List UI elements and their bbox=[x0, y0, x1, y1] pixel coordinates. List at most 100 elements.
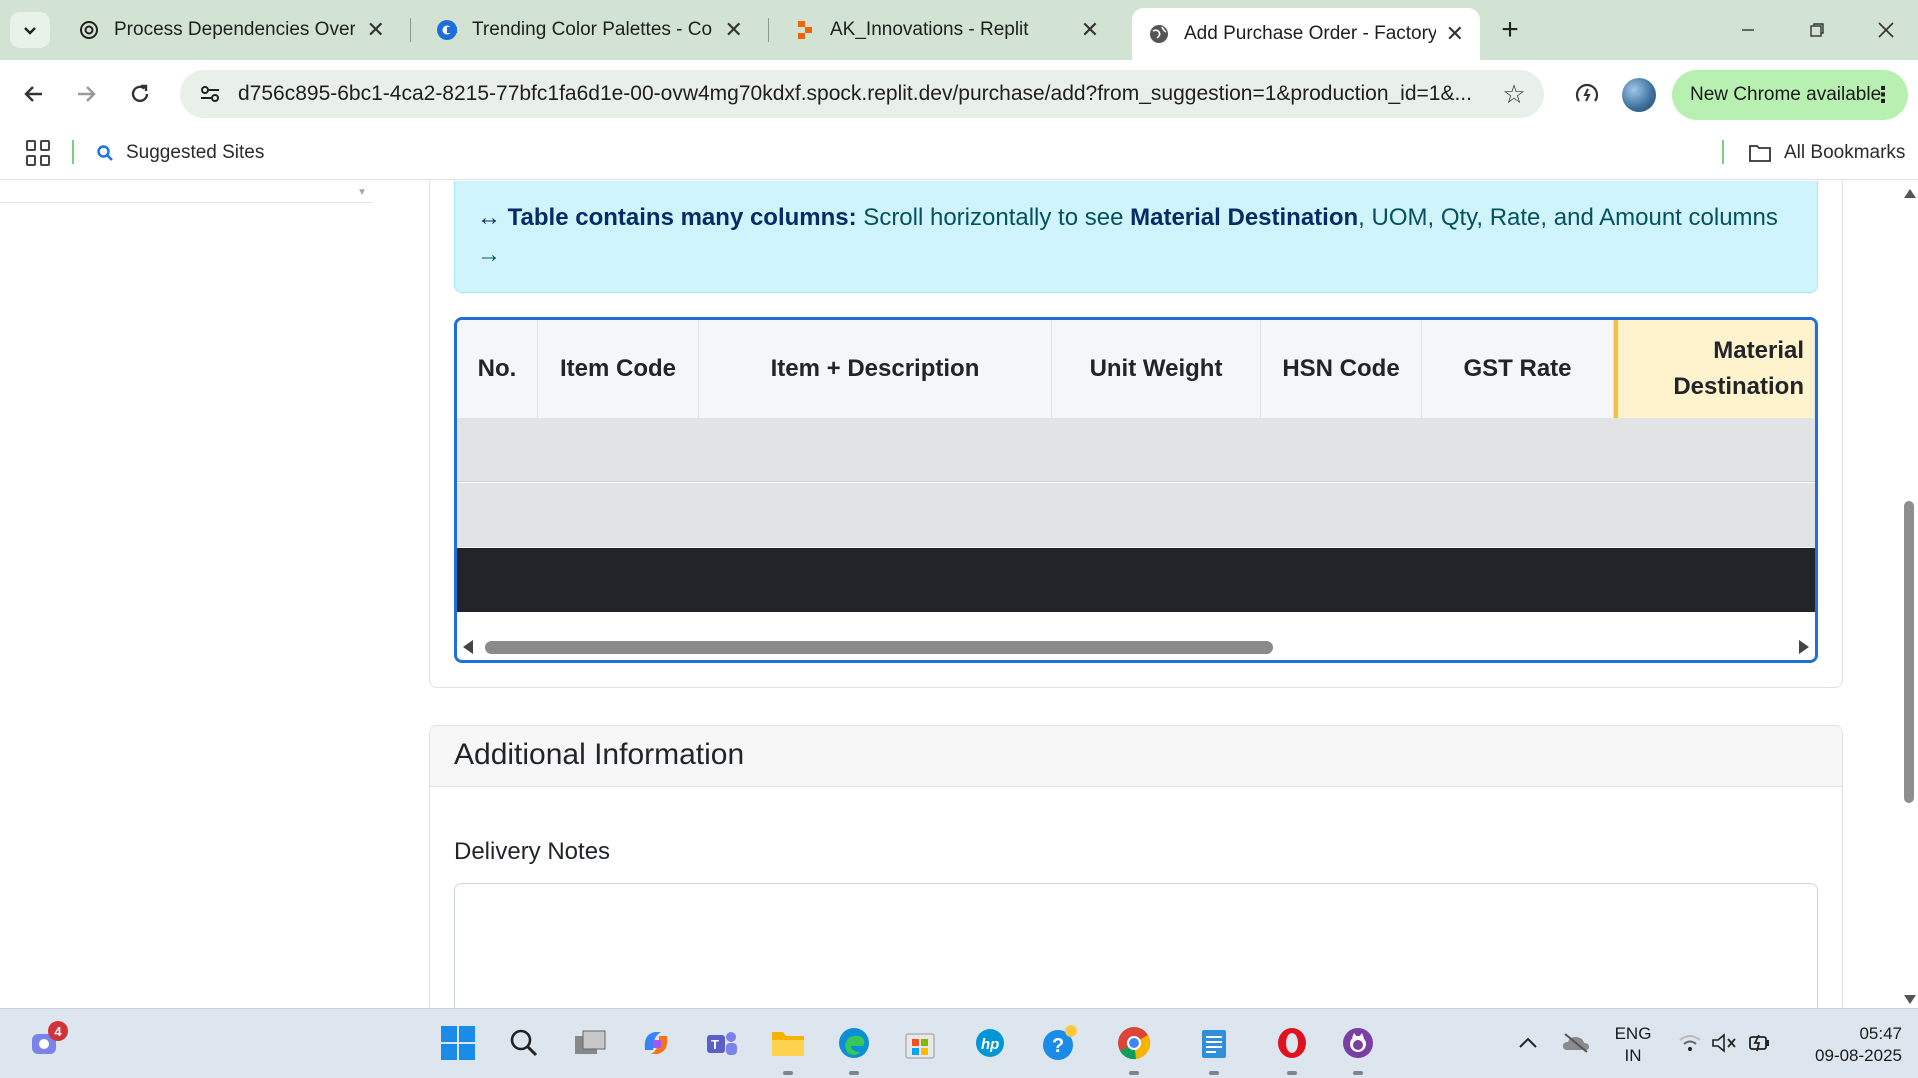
replit-icon bbox=[794, 19, 816, 41]
vertical-scrollbar[interactable] bbox=[1900, 181, 1918, 1008]
task-view-icon[interactable] bbox=[570, 1023, 610, 1063]
browser-toolbar: d756c895-6bc1-4ca2-8215-77bfc1fa6d1e-00-… bbox=[0, 60, 1918, 128]
scroll-down-icon[interactable] bbox=[1904, 995, 1916, 1004]
close-window-button[interactable] bbox=[1866, 12, 1906, 48]
tab-separator bbox=[410, 18, 411, 42]
svg-text:hp: hp bbox=[981, 1036, 999, 1053]
close-icon[interactable]: ✕ bbox=[1078, 17, 1102, 42]
help-icon[interactable]: ? bbox=[1040, 1023, 1080, 1063]
column-header-material-destination[interactable]: Material Destination bbox=[1614, 320, 1815, 418]
scroll-left-icon[interactable] bbox=[463, 640, 473, 654]
tab-coolors[interactable]: Trending Color Palettes - Coolors ✕ bbox=[420, 8, 760, 52]
minimize-icon bbox=[1742, 29, 1754, 31]
bookmark-star-icon[interactable]: ☆ bbox=[1492, 72, 1536, 116]
all-bookmarks-button[interactable]: All Bookmarks bbox=[1748, 138, 1905, 168]
scroll-right-icon[interactable] bbox=[1799, 640, 1809, 654]
site-info-button[interactable] bbox=[188, 76, 232, 112]
caret-down-icon: ▼ bbox=[357, 187, 367, 198]
close-icon[interactable]: ✕ bbox=[365, 17, 386, 42]
microsoft-store-icon[interactable] bbox=[900, 1023, 940, 1063]
restore-icon bbox=[1810, 23, 1824, 37]
speedometer-icon bbox=[1575, 83, 1599, 102]
bookmark-suggested-sites[interactable]: Suggested Sites bbox=[96, 138, 264, 168]
running-indicator bbox=[1129, 1071, 1139, 1075]
scrollbar-thumb[interactable] bbox=[485, 641, 1273, 654]
arrow-left-icon bbox=[24, 86, 42, 102]
chatgpt-icon bbox=[78, 19, 100, 41]
horizontal-scrollbar[interactable] bbox=[457, 634, 1815, 660]
opera-icon[interactable] bbox=[1272, 1023, 1312, 1063]
column-header-unit-weight[interactable]: Unit Weight bbox=[1052, 320, 1261, 418]
language-indicator[interactable]: ENG IN bbox=[1610, 1023, 1656, 1067]
tab-process-dependencies[interactable]: Process Dependencies Overview ✕ bbox=[62, 8, 402, 52]
edge-icon[interactable] bbox=[834, 1023, 874, 1063]
language-line2: IN bbox=[1624, 1046, 1642, 1065]
folder-icon bbox=[1749, 145, 1771, 162]
bookmark-label: Suggested Sites bbox=[126, 142, 265, 163]
back-button[interactable] bbox=[14, 74, 54, 114]
hp-icon[interactable]: hp bbox=[970, 1023, 1010, 1063]
delivery-notes-label: Delivery Notes bbox=[454, 838, 611, 865]
minimize-button[interactable] bbox=[1728, 12, 1768, 48]
teams-icon[interactable]: T bbox=[702, 1023, 742, 1063]
close-icon[interactable]: ✕ bbox=[723, 17, 744, 42]
notepad-icon[interactable] bbox=[1194, 1023, 1234, 1063]
chrome-update-button[interactable]: New Chrome available ⋮ bbox=[1672, 70, 1908, 120]
update-label: New Chrome available bbox=[1690, 84, 1882, 105]
column-header-no[interactable]: No. bbox=[457, 320, 538, 418]
running-indicator bbox=[1209, 1071, 1219, 1075]
items-table: No. Item Code Item + Description Unit We… bbox=[454, 317, 1818, 663]
windows-start-icon[interactable] bbox=[438, 1023, 478, 1063]
arrow-right-icon: → bbox=[477, 241, 501, 268]
scrollbar-thumb[interactable] bbox=[1904, 501, 1914, 803]
forward-button[interactable] bbox=[66, 74, 106, 114]
performance-button[interactable] bbox=[1567, 74, 1607, 114]
battery-charging-icon[interactable] bbox=[1740, 1023, 1780, 1063]
table-header: No. Item Code Item + Description Unit We… bbox=[457, 320, 1815, 418]
restore-button[interactable] bbox=[1797, 12, 1837, 48]
apps-grid-icon[interactable] bbox=[26, 140, 52, 166]
chevron-down-icon bbox=[24, 27, 36, 35]
tab-title: Process Dependencies Overview bbox=[114, 19, 356, 40]
table-row[interactable] bbox=[457, 483, 1815, 547]
close-icon bbox=[1878, 22, 1894, 38]
table-row[interactable] bbox=[457, 548, 1815, 612]
onedrive-icon[interactable] bbox=[1556, 1023, 1596, 1063]
close-icon[interactable]: ✕ bbox=[1446, 21, 1464, 46]
chevron-up-icon[interactable] bbox=[1508, 1023, 1548, 1063]
github-desktop-icon[interactable] bbox=[1338, 1023, 1378, 1063]
column-header-hsn-code[interactable]: HSN Code bbox=[1261, 320, 1422, 418]
table-row[interactable] bbox=[457, 418, 1815, 482]
column-header-item-description[interactable]: Item + Description bbox=[699, 320, 1052, 418]
delivery-notes-field[interactable] bbox=[454, 883, 1818, 1008]
search-icon[interactable] bbox=[504, 1023, 544, 1063]
reload-button[interactable] bbox=[120, 74, 160, 114]
copilot-icon[interactable] bbox=[636, 1023, 676, 1063]
clock-date: 09-08-2025 bbox=[1815, 1046, 1902, 1065]
running-indicator bbox=[783, 1071, 793, 1075]
running-indicator bbox=[849, 1071, 859, 1075]
column-header-item-code[interactable]: Item Code bbox=[538, 320, 699, 418]
url-text[interactable]: d756c895-6bc1-4ca2-8215-77bfc1fa6d1e-00-… bbox=[232, 82, 1492, 106]
new-tab-button[interactable]: + bbox=[1494, 13, 1526, 46]
column-header-gst-rate[interactable]: GST Rate bbox=[1422, 320, 1614, 418]
more-menu-icon[interactable]: ⋮ bbox=[1872, 82, 1894, 108]
page-viewport: ▼ ↔ Table contains many columns: Scroll … bbox=[0, 181, 1918, 1008]
file-explorer-icon[interactable] bbox=[768, 1023, 808, 1063]
scroll-up-icon[interactable] bbox=[1904, 189, 1916, 198]
sidebar: ▼ bbox=[0, 181, 373, 203]
bookmarks-bar: Suggested Sites All Bookmarks bbox=[0, 128, 1918, 180]
tab-replit[interactable]: AK_Innovations - Replit ✕ bbox=[778, 8, 1118, 52]
tab-search-button[interactable] bbox=[10, 12, 50, 48]
clock[interactable]: 05:47 09-08-2025 bbox=[1792, 1023, 1902, 1067]
language-line1: ENG bbox=[1614, 1024, 1652, 1043]
clock-time: 05:47 bbox=[1859, 1024, 1902, 1043]
tab-title: Add Purchase Order - Factory Management bbox=[1184, 23, 1436, 44]
volume-muted-icon[interactable] bbox=[1704, 1023, 1744, 1063]
address-bar[interactable]: d756c895-6bc1-4ca2-8215-77bfc1fa6d1e-00-… bbox=[180, 70, 1544, 118]
bookmarks-separator bbox=[72, 140, 74, 164]
svg-text:T: T bbox=[711, 1037, 719, 1052]
profile-avatar[interactable] bbox=[1622, 78, 1656, 112]
tab-add-purchase-order[interactable]: Add Purchase Order - Factory Management … bbox=[1132, 8, 1480, 60]
chrome-icon[interactable] bbox=[1114, 1023, 1154, 1063]
